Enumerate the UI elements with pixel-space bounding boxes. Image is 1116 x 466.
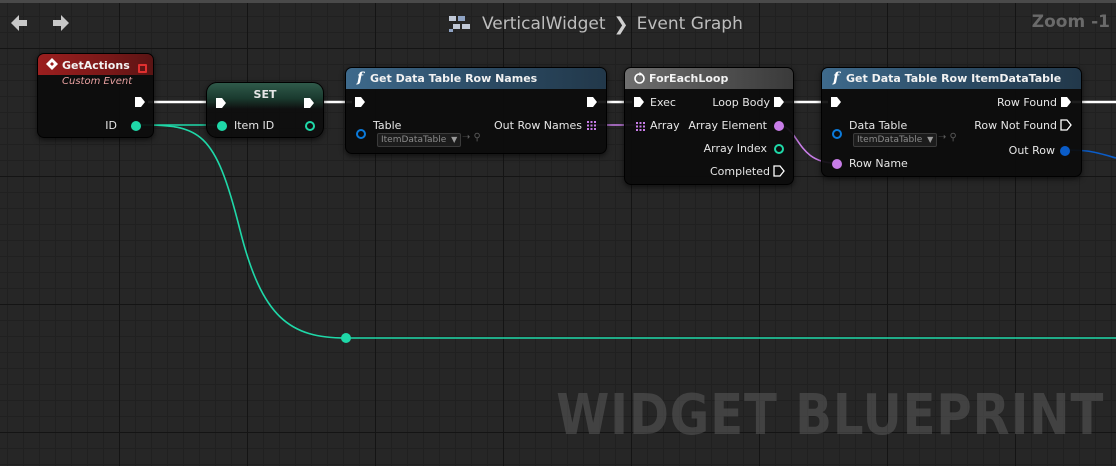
id-out-pin[interactable] xyxy=(131,121,141,131)
node-subtitle: Custom Event xyxy=(62,76,133,87)
table-select-value: ItemDataTable xyxy=(381,135,447,145)
int-wire-id-reroute xyxy=(139,124,347,339)
exec-in-pin[interactable] xyxy=(354,96,366,108)
node-set[interactable]: SET Item ID xyxy=(206,82,324,138)
pin-label-loop-body: Loop Body xyxy=(712,96,770,109)
pin-label-row-not-found: Row Not Found xyxy=(974,119,1057,132)
table-in-pin[interactable] xyxy=(356,129,366,139)
breadcrumb: VerticalWidget ❯ Event Graph xyxy=(448,12,743,36)
exec-out-pin[interactable] xyxy=(303,97,315,109)
exec-out-pin[interactable] xyxy=(586,96,598,108)
pin-label-item-id: Item ID xyxy=(234,119,275,132)
reroute-knot xyxy=(341,333,351,343)
array-index-pin[interactable] xyxy=(774,144,784,154)
breadcrumb-item-graph: Event Graph xyxy=(636,14,743,34)
browse-asset-icons[interactable]: ➝ ⚲ xyxy=(462,132,481,143)
pin-label-table: Table xyxy=(373,119,402,132)
node-title: Get Data Table Row ItemDataTable xyxy=(846,72,1062,85)
arrow-right-icon xyxy=(53,15,69,31)
graph-canvas[interactable]: GetActions Custom Event ID SET Item ID f… xyxy=(0,0,1116,466)
node-title: Get Data Table Row Names xyxy=(370,72,538,85)
browse-asset-icons[interactable]: ➝ ⚲ xyxy=(938,132,957,143)
pin-label-out-row: Out Row xyxy=(1008,144,1055,157)
node-header: f Get Data Table Row ItemDataTable xyxy=(822,68,1081,89)
data-table-select[interactable]: ItemDataTable ▼ xyxy=(853,133,938,147)
function-f-icon: f xyxy=(356,69,364,86)
event-diamond-icon xyxy=(45,57,59,71)
pin-label-out-row-names: Out Row Names xyxy=(494,119,582,132)
top-divider xyxy=(0,0,1116,3)
pin-label-id: ID xyxy=(105,119,117,132)
zoom-level: Zoom -1 xyxy=(1031,12,1110,32)
out-row-pin[interactable] xyxy=(1060,146,1070,156)
function-f-icon: f xyxy=(832,69,840,86)
data-table-select-value: ItemDataTable xyxy=(857,135,923,145)
item-id-out-pin[interactable] xyxy=(305,121,315,131)
delegate-pin-icon[interactable] xyxy=(138,64,147,73)
exec-in-pin[interactable] xyxy=(830,96,842,108)
exec-in-pin[interactable] xyxy=(215,97,227,109)
exec-out-pin[interactable] xyxy=(134,96,146,108)
pin-label-row-name: Row Name xyxy=(849,157,908,170)
pin-label-row-found: Row Found xyxy=(997,96,1057,109)
pin-label-array-index: Array Index xyxy=(703,142,767,155)
loop-icon xyxy=(632,71,646,85)
node-get-data-table-row-names[interactable]: f Get Data Table Row Names Table ItemDat… xyxy=(345,67,607,154)
row-name-in-pin[interactable] xyxy=(832,159,842,169)
blueprint-graph-icon xyxy=(449,16,470,32)
node-header: f Get Data Table Row Names xyxy=(346,68,606,89)
out-row-names-pin[interactable] xyxy=(587,121,596,130)
chevron-down-icon: ▼ xyxy=(927,135,934,144)
completed-exec-pin[interactable] xyxy=(773,165,785,177)
pin-label-exec: Exec xyxy=(650,96,676,109)
chevron-down-icon: ▼ xyxy=(451,135,458,144)
node-foreach-loop[interactable]: ForEachLoop Exec Loop Body Array Array E… xyxy=(624,67,794,185)
array-element-pin[interactable] xyxy=(774,121,784,131)
row-not-found-exec-pin[interactable] xyxy=(1060,119,1072,131)
loop-body-exec-pin[interactable] xyxy=(773,96,785,108)
node-header: GetActions Custom Event xyxy=(38,54,153,87)
node-get-actions[interactable]: GetActions Custom Event ID xyxy=(37,53,154,138)
node-title: GetActions xyxy=(62,59,130,72)
pin-label-array: Array xyxy=(650,119,680,132)
breadcrumb-separator: ❯ xyxy=(613,13,629,35)
breadcrumb-item-widget[interactable]: VerticalWidget xyxy=(482,14,606,34)
back-button[interactable] xyxy=(8,12,30,34)
node-title: ForEachLoop xyxy=(649,72,729,85)
table-select[interactable]: ItemDataTable ▼ xyxy=(377,133,462,147)
widget-blueprint-watermark: WIDGET BLUEPRINT xyxy=(556,383,1104,448)
pin-label-array-element: Array Element xyxy=(688,119,767,132)
exec-in-pin[interactable] xyxy=(633,96,645,108)
item-id-in-pin[interactable] xyxy=(217,121,227,131)
arrow-left-icon xyxy=(11,15,27,31)
node-header: ForEachLoop xyxy=(625,68,793,89)
row-found-exec-pin[interactable] xyxy=(1060,96,1072,108)
pin-label-data-table: Data Table xyxy=(849,119,908,132)
pin-label-completed: Completed xyxy=(710,165,770,178)
data-table-in-pin[interactable] xyxy=(832,129,842,139)
array-in-pin[interactable] xyxy=(636,122,645,131)
node-get-data-table-row[interactable]: f Get Data Table Row ItemDataTable Row F… xyxy=(821,67,1082,177)
forward-button[interactable] xyxy=(50,12,72,34)
graph-toolbar: VerticalWidget ❯ Event Graph Zoom -1 xyxy=(0,0,1116,46)
